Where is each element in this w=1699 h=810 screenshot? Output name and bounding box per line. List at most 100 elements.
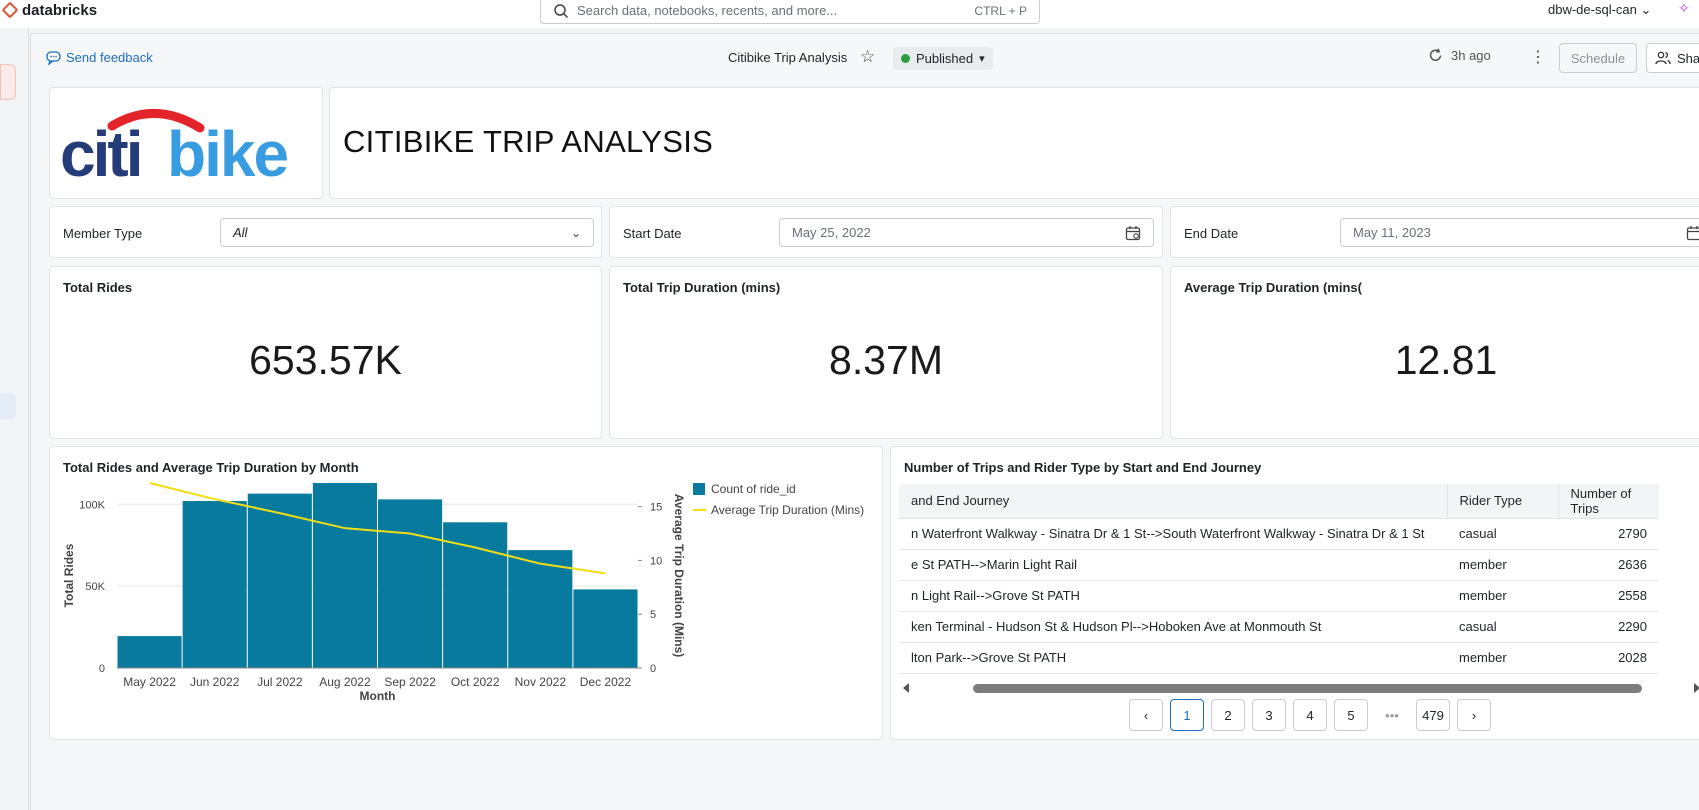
databricks-logo[interactable]: databricks <box>1 0 98 20</box>
bar <box>182 501 247 668</box>
scrollbar-thumb[interactable] <box>973 684 1642 693</box>
page-button-3[interactable]: 3 <box>1252 699 1286 731</box>
scroll-right-icon <box>1694 683 1699 693</box>
global-search-input[interactable]: Search data, notebooks, recents, and mor… <box>540 0 1040 24</box>
legend-label: Count of ride_id <box>711 482 796 496</box>
last-page-button[interactable]: 479 <box>1416 699 1450 731</box>
y2-tick-label: 15 <box>650 502 662 514</box>
table-row[interactable]: n Light Rail-->Grove St PATH member 2558 <box>899 580 1659 612</box>
horizontal-scrollbar[interactable] <box>899 681 1699 695</box>
brand-name: databricks <box>22 1 98 19</box>
x-tick-label: Nov 2022 <box>515 675 567 689</box>
table-row[interactable]: e St PATH-->Marin Light Rail member 2636 <box>899 549 1659 581</box>
legend-label: Average Trip Duration (Mins) <box>711 503 864 517</box>
kpi-total-trip-duration: Total Trip Duration (mins) 8.37M <box>609 266 1163 439</box>
star-icon[interactable]: ☆ <box>860 47 875 67</box>
calendar-icon <box>1686 225 1699 240</box>
rider-type-cell: casual <box>1447 611 1558 643</box>
search-icon <box>554 3 569 18</box>
start-date-input[interactable]: May 25, 2022 <box>779 218 1154 247</box>
bar <box>117 636 182 668</box>
kpi-label: Total Trip Duration (mins) <box>623 280 781 295</box>
filter-end-date: End Date May 11, 2023 <box>1170 206 1699 258</box>
trips-table: and End Journey Rider Type Number of Tri… <box>899 484 1659 674</box>
top-bar: databricks Search data, notebooks, recen… <box>0 0 1699 28</box>
table-row[interactable]: lton Park-->Grove St PATH member 2028 <box>899 642 1659 674</box>
x-axis-title: Month <box>360 689 396 703</box>
column-header-rider-type[interactable]: Rider Type <box>1447 484 1559 519</box>
x-tick-label: Sep 2022 <box>384 675 436 689</box>
journey-cell: lton Park-->Grove St PATH <box>899 642 1447 674</box>
trip-count-cell: 2790 <box>1558 518 1659 550</box>
end-date-label: End Date <box>1184 226 1239 241</box>
trip-count-cell: 2558 <box>1558 580 1659 612</box>
y-tick-label: 0 <box>99 663 105 675</box>
y2-axis-title: Average Trip Duration (Mins) <box>672 494 686 658</box>
more-options-icon[interactable]: ⋮ <box>1530 47 1546 67</box>
workspace-switcher[interactable]: dbw-de-sql-can ⌄ <box>1548 2 1651 18</box>
publish-status-dropdown[interactable]: Published ▾ <box>893 47 993 70</box>
journey-cell: n Waterfront Walkway - Sinatra Dr & 1 St… <box>899 518 1447 550</box>
chevron-right-icon: › <box>1471 707 1477 723</box>
end-date-input[interactable]: May 11, 2023 <box>1340 218 1699 247</box>
chevron-down-icon: ⌄ <box>570 225 581 240</box>
chevron-left-icon: ‹ <box>1143 707 1149 723</box>
page-button-1[interactable]: 1 <box>1170 699 1204 731</box>
citibike-logo: citi bike <box>60 109 289 186</box>
page-button-5[interactable]: 5 <box>1334 699 1368 731</box>
chevron-down-icon: ⌄ <box>1640 2 1652 17</box>
page-button-2[interactable]: 2 <box>1211 699 1245 731</box>
table-row[interactable]: n Waterfront Walkway - Sinatra Dr & 1 St… <box>899 518 1659 550</box>
rides-duration-combo-chart: 0 50K 100K 0 5 10 15 May 2022 Jun 2022 Jul 2022 Au… <box>62 482 864 703</box>
refresh-button[interactable]: 3h ago <box>1428 48 1491 63</box>
dashboard-title: Citibike Trip Analysis <box>728 50 848 65</box>
previous-page-button[interactable]: ‹ <box>1129 699 1163 731</box>
rail-active-item[interactable] <box>0 393 16 419</box>
start-date-value: May 25, 2022 <box>792 225 871 240</box>
kpi-average-trip-duration: Average Trip Duration (mins( 12.81 <box>1170 266 1699 439</box>
y-tick-label: 100K <box>79 499 105 511</box>
member-type-select[interactable]: All ⌄ <box>220 218 594 247</box>
bar <box>312 483 377 668</box>
publish-status-label: Published <box>916 51 974 66</box>
send-feedback-link[interactable]: Send feedback <box>46 50 153 65</box>
rider-type-cell: member <box>1447 580 1558 612</box>
svg-text:citi: citi <box>60 118 140 186</box>
workspace-name: dbw-de-sql-can <box>1548 2 1637 17</box>
x-tick-label: Dec 2022 <box>580 675 632 689</box>
x-tick-label: Aug 2022 <box>319 675 371 689</box>
table-title: Number of Trips and Rider Type by Start … <box>904 460 1262 475</box>
kpi-label: Total Rides <box>63 280 133 295</box>
bar <box>443 522 508 668</box>
send-feedback-label: Send feedback <box>66 50 153 65</box>
svg-text:bike: bike <box>167 118 287 186</box>
report-title: CITIBIKE TRIP ANALYSIS <box>343 124 714 159</box>
x-tick-label: Jun 2022 <box>190 675 240 689</box>
rail-new-button[interactable] <box>0 64 16 100</box>
filter-member-type: Member Type All ⌄ <box>49 206 602 258</box>
chevron-down-icon: ▾ <box>979 53 985 65</box>
scroll-left-icon <box>903 683 909 693</box>
rider-type-cell: casual <box>1447 518 1558 550</box>
filter-start-date: Start Date May 25, 2022 <box>609 206 1163 258</box>
trip-count-cell: 2028 <box>1558 642 1659 674</box>
search-placeholder: Search data, notebooks, recents, and mor… <box>577 3 838 18</box>
schedule-button[interactable]: Schedule <box>1559 43 1637 73</box>
table-row[interactable]: ken Terminal - Hudson St & Hudson Pl-->H… <box>899 611 1659 643</box>
title-card: CITIBIKE TRIP ANALYSIS <box>329 87 1699 199</box>
share-button[interactable]: Sha <box>1646 43 1699 73</box>
column-header-journey[interactable]: and End Journey <box>899 484 1448 519</box>
trips-table-card: Number of Trips and Rider Type by Start … <box>890 446 1699 740</box>
rider-type-cell: member <box>1447 549 1558 581</box>
y2-tick-label: 0 <box>650 663 656 675</box>
ellipsis-icon[interactable]: ••• <box>1375 699 1409 731</box>
kpi-label: Average Trip Duration (mins( <box>1184 280 1362 295</box>
column-header-number-of-trips[interactable]: Number of Trips <box>1558 484 1659 519</box>
chart-card: Total Rides and Average Trip Duration by… <box>49 446 883 740</box>
page-button-4[interactable]: 4 <box>1293 699 1327 731</box>
rider-type-cell: member <box>1447 642 1558 674</box>
next-page-button[interactable]: › <box>1457 699 1491 731</box>
y-tick-label: 50K <box>85 581 105 593</box>
chat-bubble-icon <box>46 50 61 65</box>
sparkle-icon[interactable]: ✧ <box>1678 0 1690 17</box>
